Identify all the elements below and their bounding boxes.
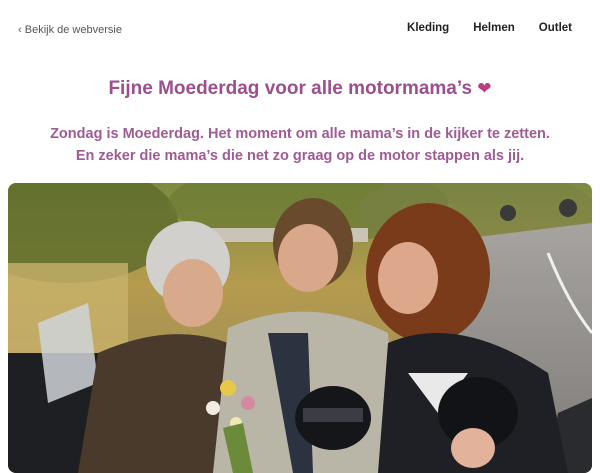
intro-line-2: En zeker die mama’s die net zo graag op … xyxy=(75,148,525,164)
top-nav: Kleding Helmen Outlet xyxy=(407,22,572,34)
nav-item-kleding[interactable]: Kleding xyxy=(407,22,449,34)
nav-item-outlet[interactable]: Outlet xyxy=(539,22,572,34)
intro-text: Zondag is Moederdag. Het moment om alle … xyxy=(0,123,600,167)
hero-illustration xyxy=(8,183,592,473)
chevron-left-icon: ‹ xyxy=(18,24,25,36)
heart-icon: ❤ xyxy=(477,79,492,98)
webversie-link[interactable]: ‹ Bekijk de webversie xyxy=(18,24,122,36)
page-title: Fijne Moederdag voor alle motormama’s ❤ xyxy=(0,78,600,100)
nav-item-helmen[interactable]: Helmen xyxy=(473,22,515,34)
title-text: Fijne Moederdag voor alle motormama’s xyxy=(108,78,473,99)
hero-image[interactable] xyxy=(8,183,592,473)
webversie-label: Bekijk de webversie xyxy=(24,24,122,36)
intro-line-1: Zondag is Moederdag. Het moment om alle … xyxy=(50,126,550,142)
email-header: ‹ Bekijk de webversie Kleding Helmen Out… xyxy=(0,0,600,60)
